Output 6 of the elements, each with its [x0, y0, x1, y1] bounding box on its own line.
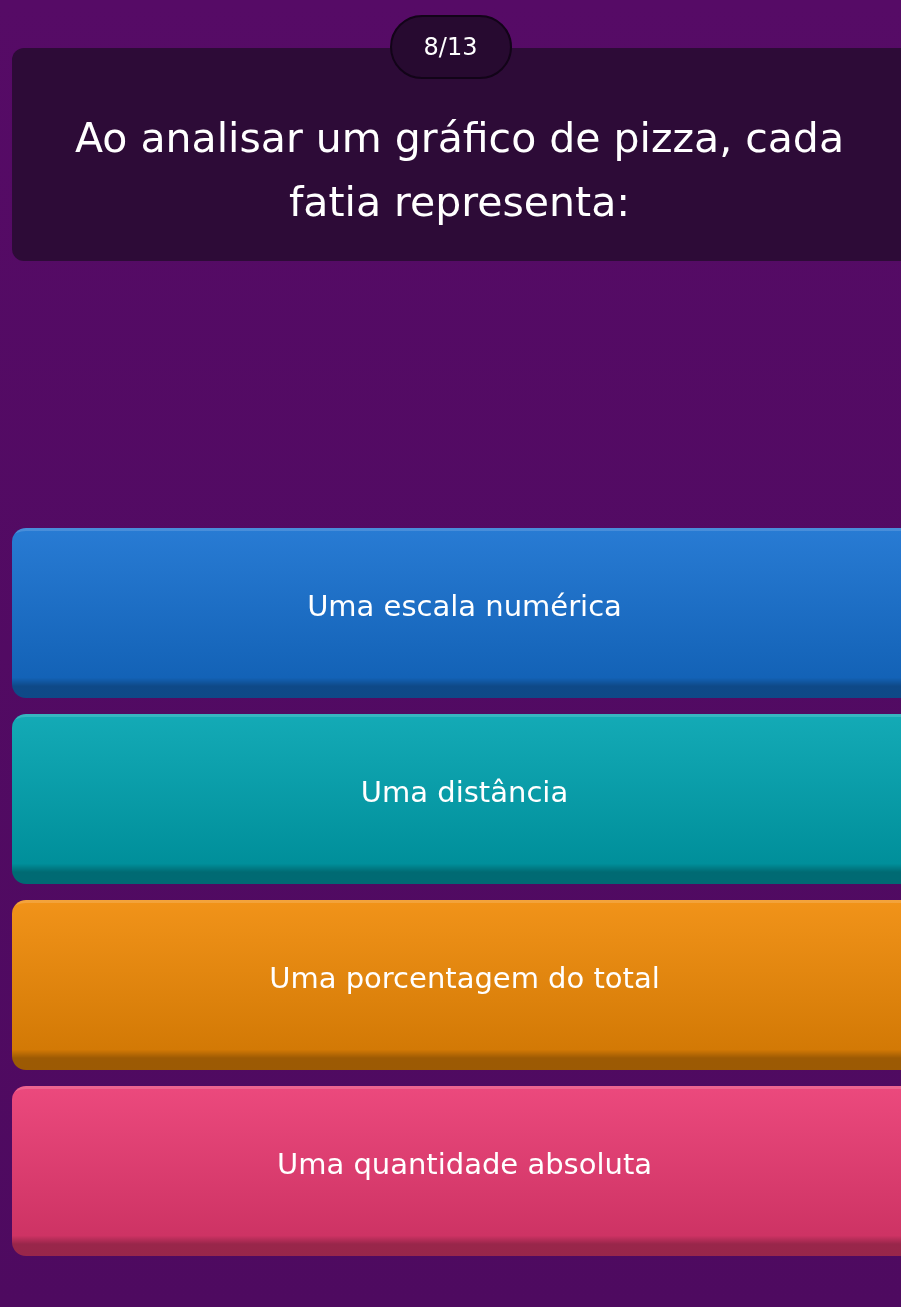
answer-option[interactable]: Uma quantidade absoluta	[12, 1086, 901, 1256]
answer-option[interactable]: Uma porcentagem do total	[12, 900, 901, 1070]
question-text: Ao analisar um gráfico de pizza, cada fatia representa:	[74, 112, 845, 228]
answer-option[interactable]: Uma distância	[12, 714, 901, 884]
question-counter: 8/13	[389, 15, 512, 79]
answer-option[interactable]: Uma escala numérica	[12, 528, 901, 698]
